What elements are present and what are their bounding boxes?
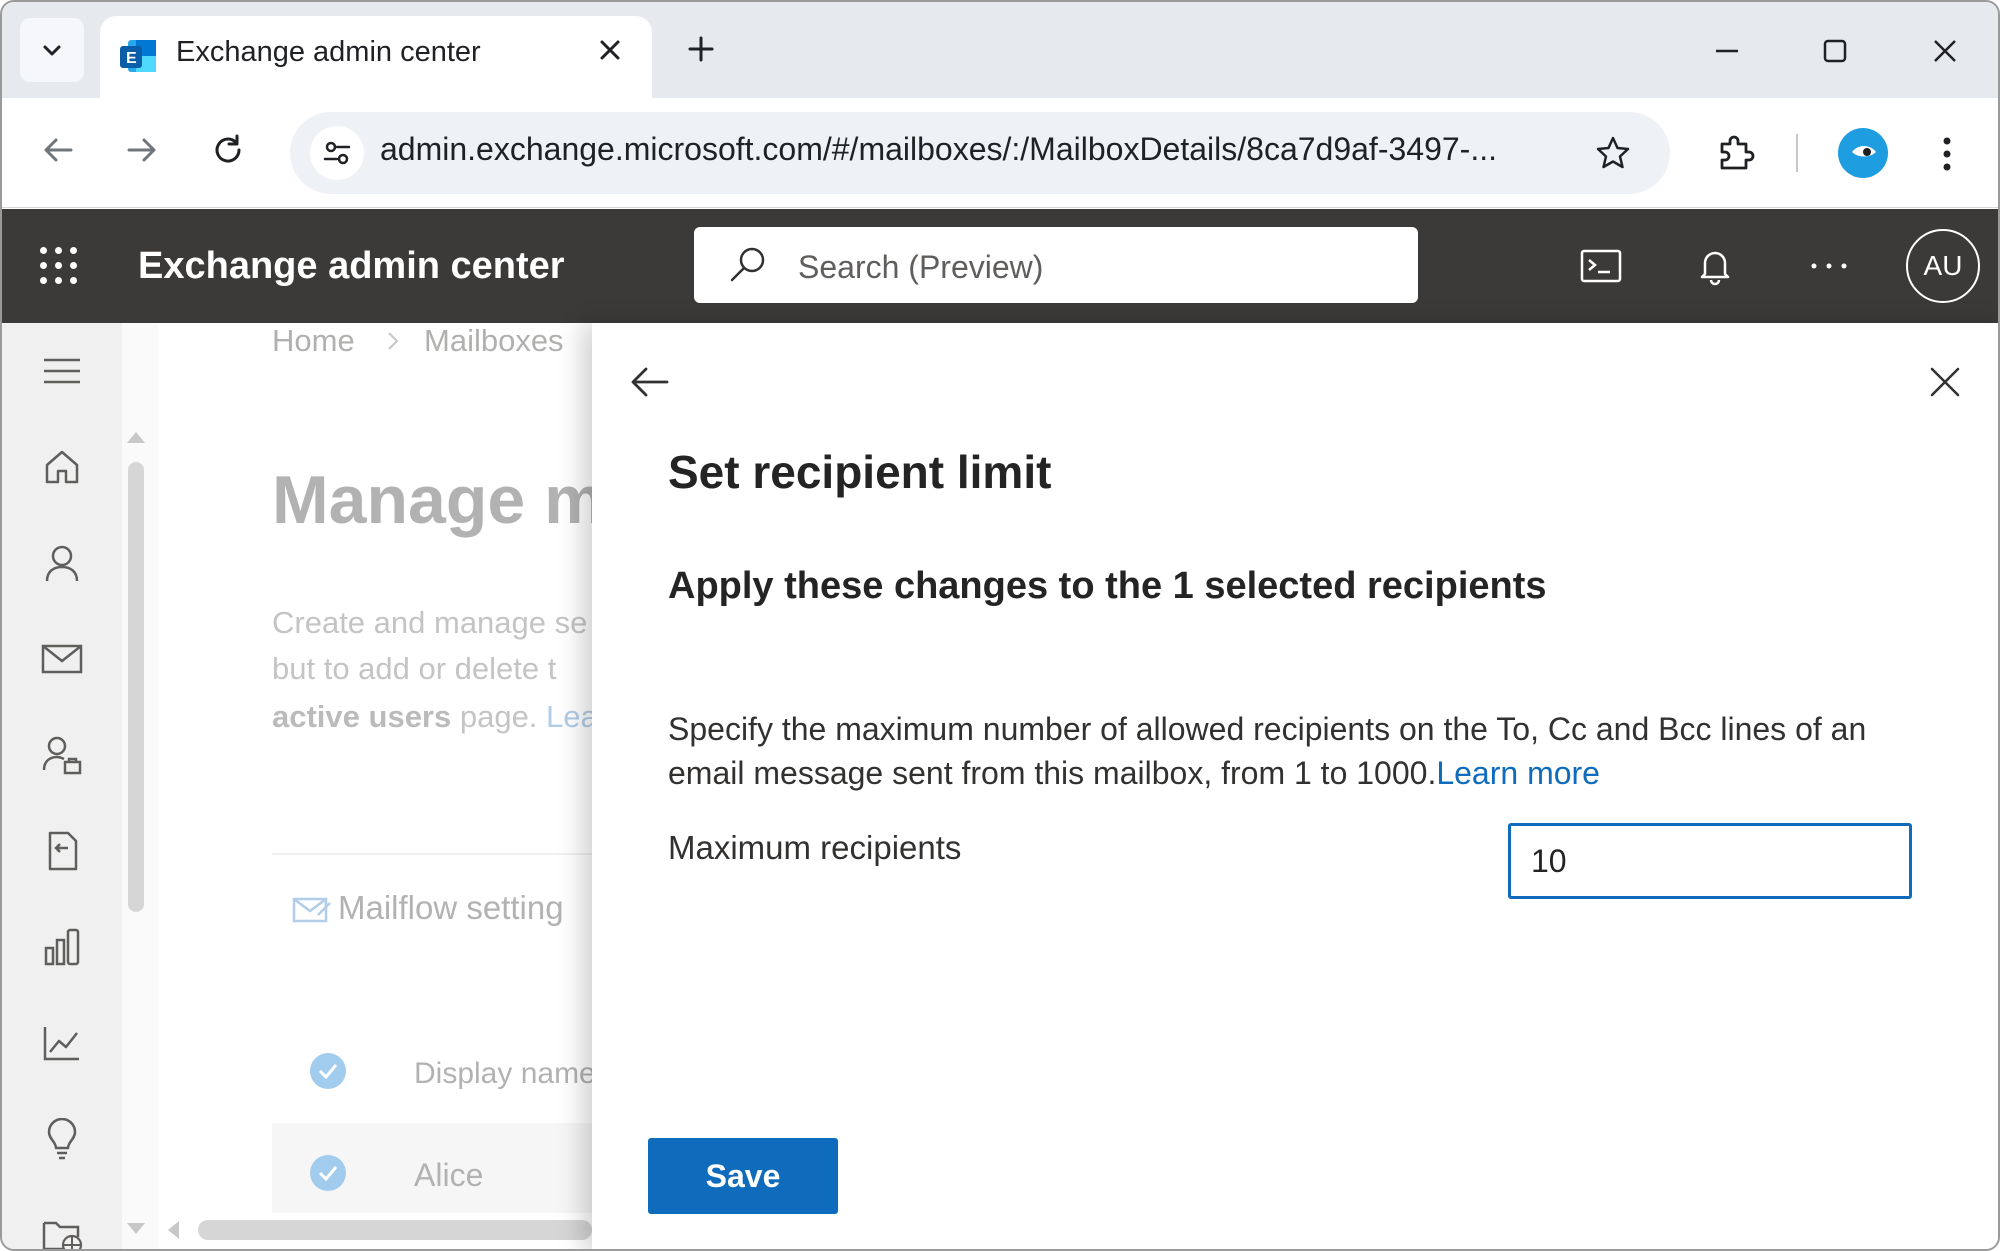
close-window-button[interactable] <box>1920 26 1970 76</box>
profile-button[interactable] <box>1838 128 1888 178</box>
cloud-shell-button[interactable] <box>1574 239 1628 293</box>
nav-reports[interactable] <box>36 1017 88 1069</box>
minimize-icon <box>1716 49 1738 53</box>
browser-window: E Exchange admin center admin.exchange.m… <box>0 0 2000 1251</box>
lightbulb-icon <box>47 1118 77 1160</box>
nav-home[interactable] <box>36 441 88 493</box>
star-icon <box>1596 136 1630 169</box>
line-chart-icon <box>43 1027 79 1061</box>
plus-icon <box>688 36 714 62</box>
app-header: Exchange admin center Search (Preview) A… <box>2 209 1998 323</box>
app-search-placeholder: Search (Preview) <box>798 249 1044 285</box>
tab-title: Exchange admin center <box>176 36 481 68</box>
maximize-icon <box>1823 39 1847 63</box>
background-overlay <box>122 323 592 1249</box>
back-button[interactable] <box>30 122 86 178</box>
bookmark-button[interactable] <box>1590 130 1636 176</box>
folder-globe-icon <box>42 1221 83 1249</box>
learn-more-link[interactable]: Learn more <box>1436 755 1600 791</box>
profile-icon <box>1852 146 1876 157</box>
left-navigation <box>2 323 122 1249</box>
exchange-logo-icon: E <box>120 40 156 72</box>
nav-migration[interactable] <box>36 825 88 877</box>
bar-chart-device-icon <box>44 928 80 966</box>
set-recipient-limit-panel: Set recipient limit Apply these changes … <box>592 323 1998 1249</box>
reload-button[interactable] <box>200 122 256 178</box>
panel-back-button[interactable] <box>626 359 672 405</box>
nav-organization[interactable] <box>36 1209 88 1249</box>
close-icon <box>1930 367 1960 397</box>
arrow-right-icon <box>127 138 156 162</box>
hamburger-icon <box>44 358 80 384</box>
browser-tab-active[interactable]: E Exchange admin center <box>100 16 652 98</box>
nav-mobile[interactable] <box>36 921 88 973</box>
browser-toolbar: admin.exchange.microsoft.com/#/mailboxes… <box>2 98 1998 208</box>
panel-description: Specify the maximum number of allowed re… <box>668 707 1938 795</box>
maximum-recipients-input[interactable] <box>1508 823 1912 899</box>
tab-close-button[interactable] <box>590 30 630 70</box>
more-options-button[interactable] <box>1802 239 1856 293</box>
chevron-down-icon <box>43 45 61 56</box>
toolbar-separator <box>1796 134 1798 172</box>
site-info-button[interactable] <box>310 126 364 180</box>
home-icon <box>45 450 79 484</box>
bell-icon <box>1700 251 1730 286</box>
nav-insights[interactable] <box>36 1113 88 1165</box>
panel-subtitle: Apply these changes to the 1 selected re… <box>668 565 1547 607</box>
url-text: admin.exchange.microsoft.com/#/mailboxes… <box>380 131 1497 167</box>
more-vertical-icon <box>1943 137 1951 171</box>
new-tab-button[interactable] <box>678 26 724 72</box>
tab-strip: E Exchange admin center <box>2 2 1998 98</box>
user-avatar[interactable]: AU <box>1906 229 1980 303</box>
maximize-button[interactable] <box>1810 26 1860 76</box>
svg-text:E: E <box>126 50 137 67</box>
tab-search-button[interactable] <box>20 18 84 82</box>
tune-icon <box>323 141 351 165</box>
person-icon <box>45 545 79 582</box>
search-icon <box>730 247 765 282</box>
browser-menu-button[interactable] <box>1922 126 1972 182</box>
arrow-left-icon <box>631 367 669 397</box>
nav-mail-flow[interactable] <box>36 633 88 685</box>
notifications-button[interactable] <box>1688 239 1742 293</box>
extensions-button[interactable] <box>1708 124 1764 180</box>
app-search-box[interactable]: Search (Preview) <box>694 227 1418 303</box>
panel-title: Set recipient limit <box>668 446 1052 498</box>
person-briefcase-icon <box>42 736 82 775</box>
reload-icon <box>215 134 241 163</box>
maximum-recipients-label: Maximum recipients <box>668 829 962 866</box>
nav-roles[interactable] <box>36 729 88 781</box>
close-icon <box>1934 40 1956 62</box>
arrow-left-icon <box>44 138 73 162</box>
hamburger-menu-button[interactable] <box>36 345 88 397</box>
close-icon <box>600 40 620 60</box>
mail-icon <box>41 644 83 674</box>
description-text: Specify the maximum number of allowed re… <box>668 711 1867 791</box>
forward-button[interactable] <box>114 122 170 178</box>
document-arrow-icon <box>48 831 78 871</box>
more-horizontal-icon <box>1811 263 1847 269</box>
app-launcher-icon[interactable] <box>36 243 82 289</box>
terminal-icon <box>1580 249 1622 283</box>
app-title: Exchange admin center <box>138 245 565 287</box>
minimize-button[interactable] <box>1702 26 1752 76</box>
panel-close-button[interactable] <box>1922 359 1968 405</box>
nav-recipients[interactable] <box>36 537 88 589</box>
save-button[interactable]: Save <box>648 1138 838 1214</box>
puzzle-icon <box>1720 135 1755 170</box>
address-bar[interactable]: admin.exchange.microsoft.com/#/mailboxes… <box>290 112 1670 194</box>
